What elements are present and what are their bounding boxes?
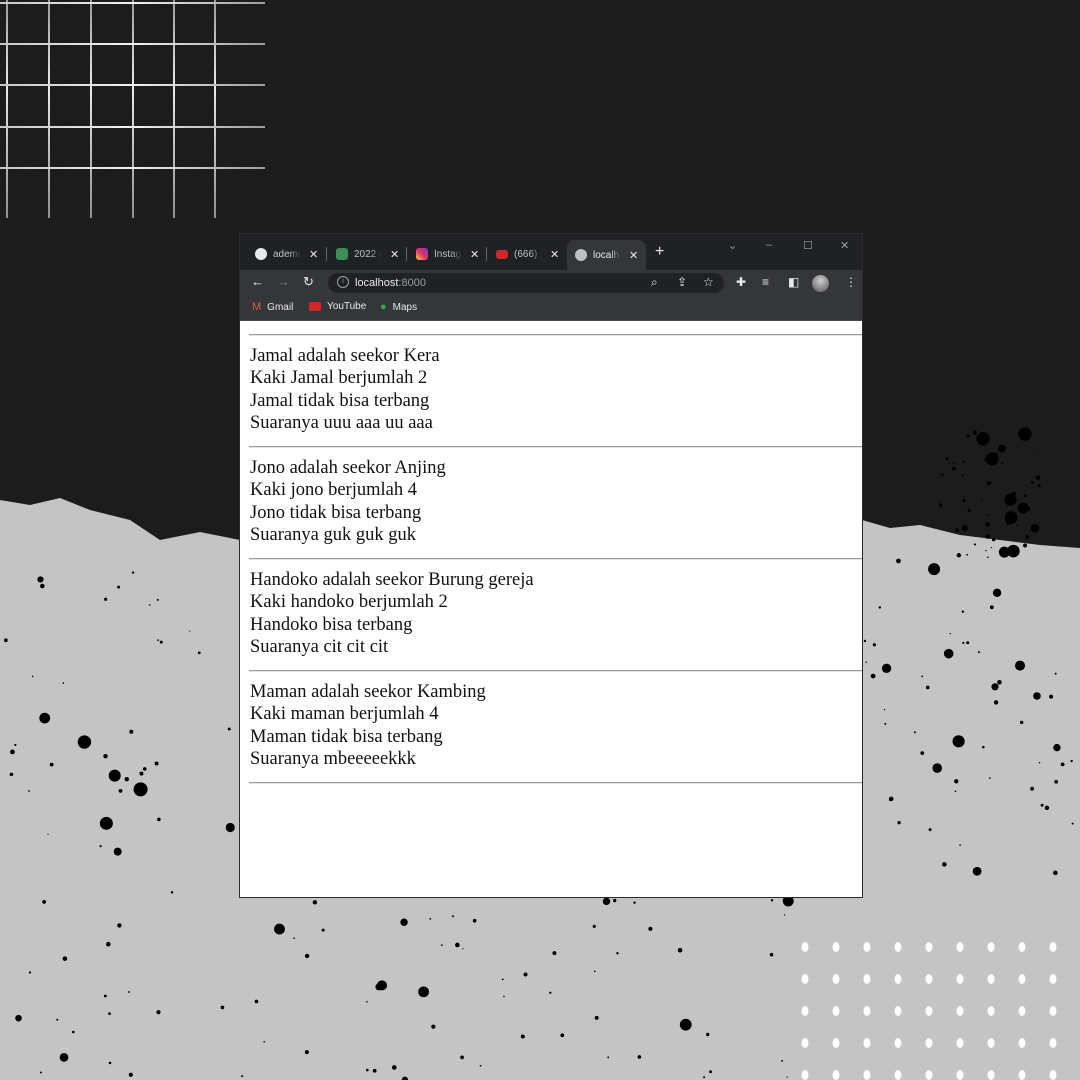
tab-label: Instag: [434, 248, 462, 260]
gmail-icon: M: [252, 301, 262, 313]
back-arrow-icon[interactable]: ←: [251, 274, 264, 289]
animal-line: Jamal tidak bisa terbang: [250, 390, 430, 411]
minimize-button[interactable]: –: [766, 239, 772, 251]
reload-icon[interactable]: ↻: [303, 274, 314, 290]
close-icon[interactable]: ✕: [390, 248, 399, 261]
animal-line: Suaranya uuu aaa uu aaa: [250, 413, 433, 434]
bookmark-label: YouTube: [327, 301, 367, 312]
bookmarks-bar: M Gmail YouTube ● Maps: [240, 296, 862, 321]
animal-line: Jono adalah seekor Anjing: [250, 458, 446, 478]
animal-line: Suaranya mbeeeeekkk: [250, 749, 416, 770]
divider: [249, 334, 862, 336]
tab-classroom[interactable]: 2022 / ✕: [336, 242, 399, 266]
metal-grid-decoration: [0, 0, 265, 218]
tab-strip: ademi ✕ 2022 / ✕ Instag ✕ (666) | ✕ loca…: [240, 234, 862, 270]
bookmark-maps[interactable]: ● Maps: [380, 301, 417, 313]
tab-localhost[interactable]: localh ✕: [567, 240, 647, 270]
instagram-icon: [416, 248, 428, 260]
share-icon[interactable]: ⇪: [677, 275, 687, 289]
classroom-icon: [336, 248, 348, 260]
bookmark-label: Gmail: [267, 301, 294, 313]
tab-youtube[interactable]: (666) | ✕: [496, 242, 559, 266]
animal-line: Kaki handoko berjumlah 2: [250, 592, 448, 613]
side-panel-icon[interactable]: ◧: [788, 275, 799, 289]
browser-window: ademi ✕ 2022 / ✕ Instag ✕ (666) | ✕ loca…: [240, 234, 862, 897]
tab-instagram[interactable]: Instag ✕: [416, 242, 479, 266]
bookmark-youtube[interactable]: YouTube: [309, 301, 366, 312]
tab-label: ademi: [273, 248, 301, 260]
page-content: Jamal adalah seekor Kera Kaki Jamal berj…: [240, 321, 862, 897]
address-url[interactable]: localhost:8000: [355, 277, 426, 289]
address-bar[interactable]: i localhost:8000 ⌕ ⇪ ☆: [328, 273, 724, 293]
toolbar: ← → ↻ i localhost:8000 ⌕ ⇪ ☆ ✚ ≡ ◧ ⋮: [240, 270, 862, 296]
animal-block: Jamal adalah seekor Kera Kaki Jamal berj…: [250, 345, 440, 435]
zoom-icon[interactable]: ⌕: [651, 275, 658, 290]
close-icon[interactable]: ✕: [550, 248, 559, 261]
globe-icon: [575, 249, 587, 261]
animal-line: Suaranya guk guk guk: [250, 525, 416, 546]
tab-github[interactable]: ademi ✕: [255, 242, 318, 266]
info-icon[interactable]: i: [337, 276, 349, 288]
divider: [249, 782, 862, 784]
animal-block: Handoko adalah seekor Burung gereja Kaki…: [250, 569, 534, 659]
bookmark-gmail[interactable]: M Gmail: [252, 301, 293, 313]
maximize-button[interactable]: ☐: [803, 239, 813, 252]
close-icon[interactable]: ✕: [309, 248, 318, 261]
animal-block: Maman adalah seekor Kambing Kaki maman b…: [250, 681, 486, 771]
profile-avatar[interactable]: [812, 275, 829, 292]
animal-line: Jamal adalah seekor Kera: [250, 346, 440, 366]
github-icon: [255, 248, 267, 260]
menu-dots-icon[interactable]: ⋮: [845, 275, 857, 289]
maps-icon: ●: [380, 301, 387, 313]
divider: [249, 558, 862, 560]
divider: [249, 446, 862, 448]
close-icon[interactable]: ✕: [470, 248, 479, 261]
animal-line: Kaki maman berjumlah 4: [250, 704, 439, 725]
tab-label: localh: [593, 249, 620, 261]
animal-line: Kaki Jamal berjumlah 2: [250, 368, 428, 389]
animal-line: Handoko bisa terbang: [250, 614, 413, 635]
star-icon[interactable]: ☆: [703, 275, 714, 289]
animal-line: Maman tidak bisa terbang: [250, 726, 443, 747]
forward-arrow-icon[interactable]: →: [277, 274, 290, 289]
new-tab-button[interactable]: +: [655, 243, 664, 261]
animal-line: Suaranya cit cit cit: [250, 637, 389, 658]
animal-line: Kaki jono berjumlah 4: [250, 480, 417, 501]
animal-block: Jono adalah seekor Anjing Kaki jono berj…: [250, 457, 446, 547]
window-close-button[interactable]: ✕: [840, 239, 849, 252]
tab-search-icon[interactable]: ⌄: [728, 239, 737, 252]
animal-line: Maman adalah seekor Kambing: [250, 682, 486, 702]
reading-list-icon[interactable]: ≡: [762, 275, 769, 289]
extensions-icon[interactable]: ✚: [736, 275, 746, 289]
divider: [249, 670, 862, 672]
tab-label: (666) |: [514, 248, 542, 260]
animal-line: Jono tidak bisa terbang: [250, 502, 422, 523]
bookmark-label: Maps: [392, 301, 418, 313]
youtube-icon: [309, 302, 321, 311]
tab-label: 2022 /: [354, 248, 382, 260]
youtube-icon: [496, 249, 508, 259]
close-icon[interactable]: ✕: [629, 249, 638, 262]
animal-line: Handoko adalah seekor Burung gereja: [250, 570, 534, 590]
